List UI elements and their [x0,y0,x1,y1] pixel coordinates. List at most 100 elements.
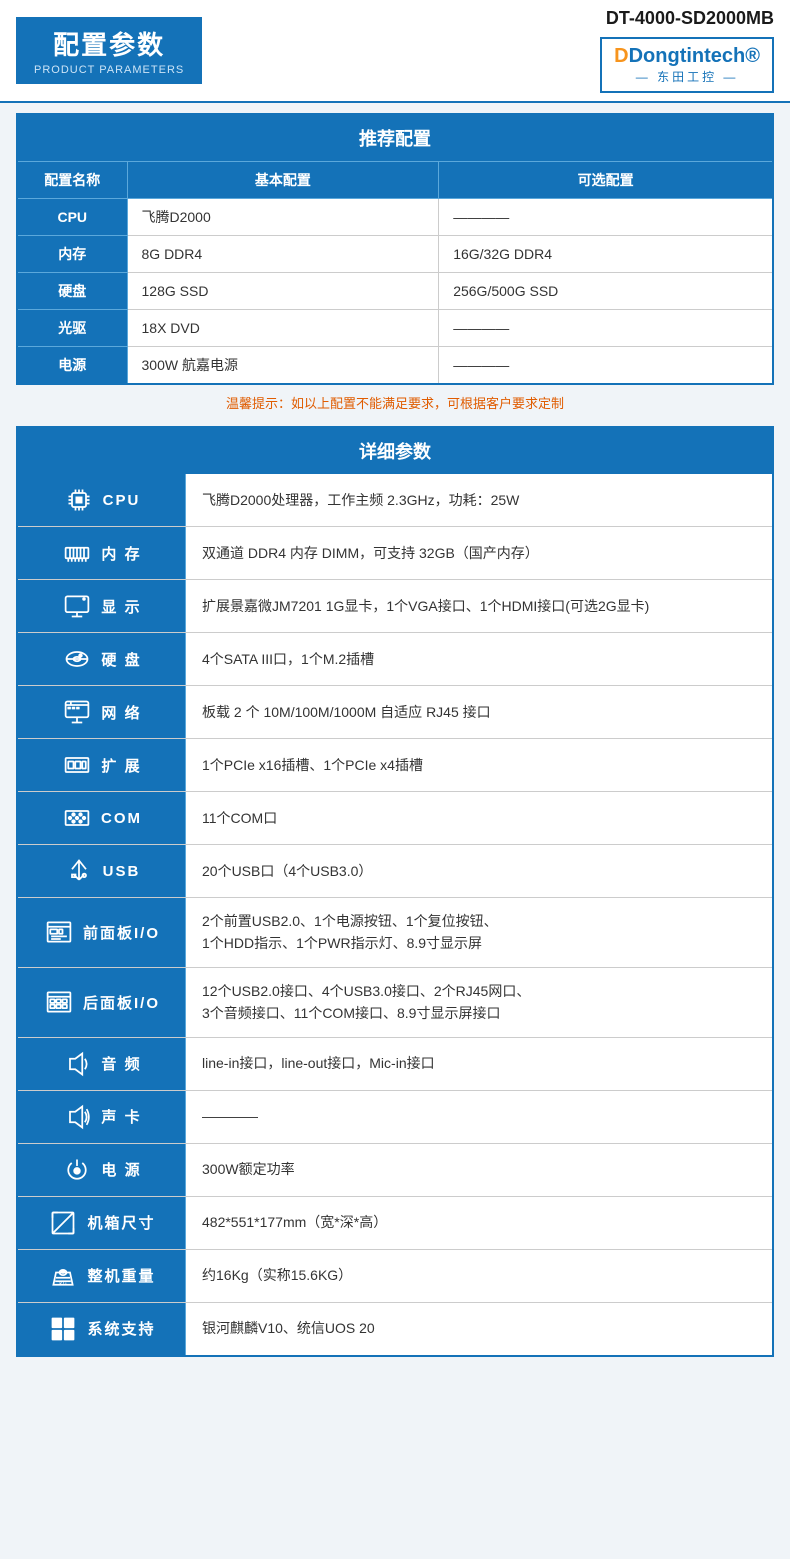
detail-label-text-usb: USB [103,863,141,880]
recommend-basic-4: 300W 航嘉电源 [127,347,439,385]
recommend-label-4: 电源 [17,347,127,385]
detail-value-soundcard: ———— [186,1091,772,1143]
detail-label-text-back-io: 后面板I/O [83,992,160,1013]
detail-value-front-io: 2个前置USB2.0、1个电源按钮、1个复位按钮、 1个HDD指示、1个PWR指… [186,898,772,967]
detail-label-text-memory: 内 存 [101,543,141,564]
detail-row-system: 系统支持 银河麒麟V10、统信UOS 20 [18,1302,772,1355]
system-icon [47,1313,79,1345]
cpu-icon [63,484,95,516]
front-icon [43,916,75,948]
svg-text:KG: KG [60,1281,68,1287]
detail-label-text-soundcard: 声 卡 [101,1106,141,1127]
recommend-label-1: 内存 [17,236,127,273]
warm-tip: 温馨提示：如以上配置不能满足要求，可根据客户要求定制 [16,385,774,416]
detail-label-soundcard: 声 卡 [18,1091,186,1143]
detail-row-audio: 音 频 line-in接口，line-out接口，Mic-in接口 [18,1037,772,1090]
product-code: DT-4000-SD2000MB [600,8,774,29]
network-icon [61,696,93,728]
detail-label-text-audio: 音 频 [101,1053,141,1074]
back-icon [43,986,75,1018]
detail-label-memory: 内 存 [18,527,186,579]
detail-row-front-io: 前面板I/O 2个前置USB2.0、1个电源按钮、1个复位按钮、 1个HDD指示、… [18,897,772,967]
detail-value-network: 板载 2 个 10M/100M/1000M 自适应 RJ45 接口 [186,686,772,738]
detail-label-text-weight: 整机重量 [87,1265,155,1286]
display-icon [61,590,93,622]
size-icon [47,1207,79,1239]
recommend-label-3: 光驱 [17,310,127,347]
hdd-icon [61,643,93,675]
detail-value-display: 扩展景嘉微JM7201 1G显卡，1个VGA接口、1个HDMI接口(可选2G显卡… [186,580,772,632]
recommend-basic-1: 8G DDR4 [127,236,439,273]
recommend-optional-0: ———— [439,199,773,236]
detail-value-size: 482*551*177mm（宽*深*高） [186,1197,772,1249]
memory-icon [61,537,93,569]
detail-value-com: 11个COM口 [186,792,772,844]
weight-icon: KG [47,1260,79,1292]
recommend-basic-0: 飞腾D2000 [127,199,439,236]
detail-row-memory: 内 存 双通道 DDR4 内存 DIMM，可支持 32GB（国产内存） [18,526,772,579]
page-title-en: PRODUCT PARAMETERS [34,64,184,76]
detail-value-memory: 双通道 DDR4 内存 DIMM，可支持 32GB（国产内存） [186,527,772,579]
detail-section: 详细参数 CPU 飞腾D2000处理器，工作主频 2.3GHz，功耗：25W 内 … [16,426,774,1357]
recommend-table: 推荐配置 配置名称 基本配置 可选配置 CPU飞腾D2000————内存8G D… [16,113,774,385]
col-header-basic: 基本配置 [127,162,439,199]
detail-label-system: 系统支持 [18,1303,186,1355]
detail-label-size: 机箱尺寸 [18,1197,186,1249]
detail-label-audio: 音 频 [18,1038,186,1090]
recommend-label-0: CPU [17,199,127,236]
header-right: DT-4000-SD2000MB DDongtintech® — 东田工控 — [600,8,774,93]
soundcard-icon [61,1101,93,1133]
detail-label-expand: 扩 展 [18,739,186,791]
recommend-optional-4: ———— [439,347,773,385]
detail-label-text-system: 系统支持 [87,1318,155,1339]
detail-row-soundcard: 声 卡 ———— [18,1090,772,1143]
com-icon [61,802,93,834]
recommend-basic-2: 128G SSD [127,273,439,310]
detail-value-weight: 约16Kg（实称15.6KG） [186,1250,772,1302]
detail-label-cpu: CPU [18,474,186,526]
detail-label-text-hdd: 硬 盘 [101,649,141,670]
brand-cn: — 东田工控 — [614,68,760,85]
detail-row-hdd: 硬 盘 4个SATA III口，1个M.2插槽 [18,632,772,685]
usb-icon [63,855,95,887]
detail-value-power: 300W额定功率 [186,1144,772,1196]
detail-row-network: 网 络 板载 2 个 10M/100M/1000M 自适应 RJ45 接口 [18,685,772,738]
detail-label-text-display: 显 示 [101,596,141,617]
detail-label-network: 网 络 [18,686,186,738]
detail-title: 详细参数 [18,428,772,474]
recommend-optional-2: 256G/500G SSD [439,273,773,310]
detail-row-usb: USB 20个USB口（4个USB3.0） [18,844,772,897]
detail-label-power: 电 源 [18,1144,186,1196]
detail-value-system: 银河麒麟V10、统信UOS 20 [186,1303,772,1355]
audio-icon [61,1048,93,1080]
detail-label-text-expand: 扩 展 [101,755,141,776]
detail-value-cpu: 飞腾D2000处理器，工作主频 2.3GHz，功耗：25W [186,474,772,526]
detail-label-text-front-io: 前面板I/O [83,922,160,943]
detail-label-display: 显 示 [18,580,186,632]
brand-name: DDongtintech® [614,45,760,68]
recommend-section: 推荐配置 配置名称 基本配置 可选配置 CPU飞腾D2000————内存8G D… [0,103,790,426]
detail-label-hdd: 硬 盘 [18,633,186,685]
recommend-optional-3: ———— [439,310,773,347]
detail-value-usb: 20个USB口（4个USB3.0） [186,845,772,897]
detail-label-back-io: 后面板I/O [18,968,186,1037]
detail-label-text-network: 网 络 [101,702,141,723]
expand-icon [61,749,93,781]
header-title-block: 配置参数 PRODUCT PARAMETERS [16,17,202,84]
col-header-optional: 可选配置 [439,162,773,199]
detail-value-hdd: 4个SATA III口，1个M.2插槽 [186,633,772,685]
detail-label-weight: KG 整机重量 [18,1250,186,1302]
detail-label-text-com: COM [101,810,142,827]
detail-label-text-cpu: CPU [103,492,141,509]
detail-value-audio: line-in接口，line-out接口，Mic-in接口 [186,1038,772,1090]
detail-row-cpu: CPU 飞腾D2000处理器，工作主频 2.3GHz，功耗：25W [18,474,772,526]
page-title-cn: 配置参数 [53,25,165,62]
detail-rows-container: CPU 飞腾D2000处理器，工作主频 2.3GHz，功耗：25W 内 存 双通道 … [18,474,772,1355]
power-icon [61,1154,93,1186]
detail-row-power: 电 源300W额定功率 [18,1143,772,1196]
detail-row-back-io: 后面板I/O12个USB2.0接口、4个USB3.0接口、2个RJ45网口、 3… [18,967,772,1037]
detail-label-usb: USB [18,845,186,897]
recommend-basic-3: 18X DVD [127,310,439,347]
detail-value-expand: 1个PCIe x16插槽、1个PCIe x4插槽 [186,739,772,791]
detail-row-weight: KG 整机重量约16Kg（实称15.6KG） [18,1249,772,1302]
